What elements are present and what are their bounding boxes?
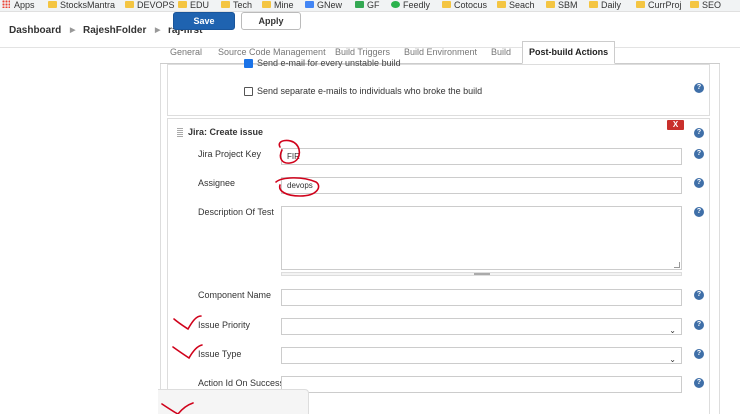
breadcrumb-rajeshfolder[interactable]: RajeshFolder bbox=[83, 25, 146, 36]
folder-icon bbox=[125, 1, 134, 8]
feedly-icon bbox=[391, 1, 400, 8]
textarea-expand-bar[interactable] bbox=[281, 272, 682, 276]
bookmark-stocksmantra[interactable]: StocksMantra bbox=[48, 0, 115, 11]
bookmark-seach[interactable]: Seach bbox=[497, 0, 535, 11]
chevron-right-icon: ▶ bbox=[155, 27, 161, 34]
form-button-bar bbox=[158, 389, 309, 414]
component-name-input[interactable] bbox=[281, 289, 682, 306]
bookmark-feedly[interactable]: Feedly bbox=[391, 0, 430, 11]
description-textarea[interactable] bbox=[281, 206, 682, 270]
folder-icon bbox=[442, 1, 451, 8]
drag-handle-icon[interactable] bbox=[177, 128, 183, 137]
folder-icon bbox=[178, 1, 187, 8]
bookmark-daily[interactable]: Daily bbox=[589, 0, 621, 11]
folder-icon bbox=[221, 1, 230, 8]
folder-icon bbox=[636, 1, 645, 8]
breadcrumb-dashboard[interactable]: Dashboard bbox=[9, 25, 61, 36]
chevron-down-icon: ⌄ bbox=[669, 355, 676, 364]
save-button[interactable]: Save bbox=[173, 12, 235, 30]
folder-icon bbox=[497, 1, 506, 8]
bookmark-sbm[interactable]: SBM bbox=[546, 0, 578, 11]
delete-section-button[interactable]: X bbox=[667, 120, 684, 130]
bookmarks-bar: Apps StocksMantra DEVOPS EDU Tech Mine G… bbox=[0, 0, 740, 12]
bookmark-cotocus[interactable]: Cotocus bbox=[442, 0, 487, 11]
assignee-input[interactable]: devops bbox=[281, 177, 682, 194]
description-label: Description Of Test bbox=[198, 207, 274, 217]
help-icon[interactable]: ? bbox=[694, 207, 704, 217]
grip-icon bbox=[474, 273, 490, 275]
help-icon[interactable]: ? bbox=[694, 178, 704, 188]
bookmark-mine[interactable]: Mine bbox=[262, 0, 294, 11]
apply-button[interactable]: Apply bbox=[241, 12, 301, 30]
separate-emails-label: Send separate e-mails to individuals who… bbox=[257, 86, 483, 96]
bookmark-gnew[interactable]: GNew bbox=[305, 0, 342, 11]
resize-grip-icon[interactable] bbox=[674, 262, 680, 268]
tab-post-build-actions[interactable]: Post-build Actions bbox=[522, 41, 616, 64]
project-key-input[interactable]: FIR bbox=[281, 148, 682, 165]
separate-emails-checkbox[interactable] bbox=[244, 87, 253, 96]
issue-type-select[interactable]: ⌄ bbox=[281, 347, 682, 364]
action-id-label: Action Id On Success bbox=[198, 378, 285, 388]
tab-build-environment[interactable]: Build Environment bbox=[404, 42, 477, 64]
action-id-input[interactable] bbox=[281, 376, 682, 393]
folder-icon bbox=[690, 1, 699, 8]
chevron-down-icon: ⌄ bbox=[669, 326, 676, 335]
folder-icon bbox=[262, 1, 271, 8]
issue-priority-label: Issue Priority bbox=[198, 320, 251, 330]
bookmark-seo[interactable]: SEO bbox=[690, 0, 721, 11]
component-name-label: Component Name bbox=[198, 290, 272, 300]
help-icon[interactable]: ? bbox=[694, 149, 704, 159]
folder-icon bbox=[589, 1, 598, 8]
apps-grid-icon bbox=[2, 0, 10, 8]
tab-general[interactable]: General bbox=[170, 42, 202, 64]
assignee-label: Assignee bbox=[198, 178, 236, 188]
tab-build[interactable]: Build bbox=[491, 42, 511, 64]
bookmark-devops[interactable]: DEVOPS bbox=[125, 0, 175, 11]
jira-section-title: Jira: Create issue bbox=[188, 127, 264, 137]
unstable-email-checkbox[interactable] bbox=[244, 59, 253, 68]
issue-priority-select[interactable]: ⌄ bbox=[281, 318, 682, 335]
help-icon[interactable]: ? bbox=[694, 320, 704, 330]
folder-icon bbox=[48, 1, 57, 8]
gf-icon bbox=[355, 1, 364, 8]
gnews-icon bbox=[305, 1, 314, 8]
help-icon[interactable]: ? bbox=[694, 378, 704, 388]
project-key-label: Jira Project Key bbox=[198, 149, 262, 159]
unstable-email-label: Send e-mail for every unstable build bbox=[257, 58, 401, 68]
chevron-right-icon: ▶ bbox=[70, 27, 76, 34]
help-icon[interactable]: ? bbox=[694, 290, 704, 300]
help-icon[interactable]: ? bbox=[694, 83, 704, 93]
bookmark-currproj[interactable]: CurrProj bbox=[636, 0, 682, 11]
help-icon[interactable]: ? bbox=[694, 349, 704, 359]
bookmark-edu[interactable]: EDU bbox=[178, 0, 209, 11]
help-icon[interactable]: ? bbox=[694, 128, 704, 138]
issue-type-label: Issue Type bbox=[198, 349, 242, 359]
folder-icon bbox=[546, 1, 555, 8]
bookmark-tech[interactable]: Tech bbox=[221, 0, 252, 11]
bookmark-gf[interactable]: GF bbox=[355, 0, 380, 11]
bookmark-apps[interactable]: Apps bbox=[2, 0, 35, 11]
